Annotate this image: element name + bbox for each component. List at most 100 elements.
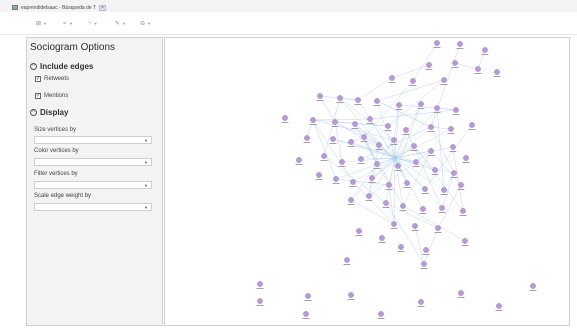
graph-vertex [386,182,392,188]
graph-vertex [410,78,416,84]
vertex-label [316,100,324,101]
collapse-icon: ^ [30,109,37,116]
pen-button[interactable]: ✎ ▼ [115,18,126,28]
graph-edge [414,225,425,265]
vertex-label [332,183,340,184]
mentions-checkbox[interactable]: ✓ [35,93,41,99]
sociogram-graph[interactable] [165,38,569,325]
vertex-label [452,114,460,115]
chevron-down-icon: ▼ [147,20,151,26]
graph-vertex [339,159,345,165]
graph-vertex [257,298,263,304]
graph-vertex [391,137,397,143]
graph-vertex [441,77,447,83]
vertex-label [373,105,381,106]
graph-vertex [418,299,424,305]
document-icon [12,5,18,10]
vertex-label [355,235,363,236]
size-vertices-select[interactable]: ▼ [34,136,152,144]
sociogram-canvas[interactable] [164,37,570,326]
vertex-label [420,268,428,269]
graph-vertex [374,98,380,104]
nodes-button[interactable]: ⚬ ▼ [62,18,73,28]
filter-vertices-select[interactable]: ▼ [34,181,152,189]
vertex-label [331,126,339,127]
graph-vertex [316,172,322,178]
graph-edge [334,121,365,138]
include-edges-label: Include edges [40,62,94,71]
vertex-label [256,288,264,289]
display-label: Display [40,108,69,117]
graph-vertex [469,122,475,128]
graph-vertex [395,163,401,169]
graph-vertex [398,244,404,250]
graph-vertex [358,156,364,162]
graph-vertex [434,40,440,46]
include-edges-header[interactable]: ^ Include edges [30,62,93,71]
graph-vertex [412,223,418,229]
graph-vertex [451,170,457,176]
vertex-label [419,213,427,214]
layout-button[interactable]: ⊞ ▼ [36,18,47,28]
vertex-label [427,155,435,156]
document-tab[interactable]: eaprendidelsaac - Búsqueda de T × [12,3,106,12]
graph-edge [394,104,400,159]
graph-vertex [411,143,417,149]
graph-vertex [428,124,434,130]
graph-vertex [462,238,468,244]
vertex-label [302,318,310,319]
chevron-down-icon: ▼ [144,138,148,143]
graph-vertex [453,107,459,113]
mentions-option[interactable]: ✓ Mentions [35,93,68,99]
graph-vertex [356,228,362,234]
graph-vertex [463,155,469,161]
graph-vertex [296,157,302,163]
retweets-checkbox[interactable]: ✓ [35,76,41,82]
vertex-label [360,141,368,142]
graph-vertex [348,292,354,298]
vertex-label [417,108,425,109]
vertex-label [457,189,465,190]
vertex-label [349,186,357,187]
vertices [256,40,537,319]
vertex-label [304,300,312,301]
graph-edge [477,49,486,70]
vertex-label [382,207,390,208]
graph-edge [369,109,457,120]
vertex-label [338,166,346,167]
graph-vertex [385,123,391,129]
graph-vertex [404,180,410,186]
vertex-label [450,177,458,178]
vertex-label [347,204,355,205]
graph-vertex [282,115,288,121]
graph-vertex [441,187,447,193]
display-header[interactable]: ^ Display [30,108,68,117]
graph-vertex [391,221,397,227]
vertex-label [440,84,448,85]
color-vertices-select[interactable]: ▼ [34,158,152,166]
graph-vertex [458,182,464,188]
retweets-option[interactable]: ✓ Retweets [35,76,69,82]
graph-vertex [310,117,316,123]
graph-edge [332,138,396,159]
vertex-label [390,144,398,145]
vertex-label [425,69,433,70]
vertex-label [421,193,429,194]
graph-vertex [420,206,426,212]
vertex-label [394,170,402,171]
graph-edge [376,79,445,102]
link-button[interactable]: ⊖ ▼ [140,18,151,28]
graph-edge [454,62,479,70]
graph-vertex [383,200,389,206]
graph-edge [394,128,452,159]
graph-vertex [422,186,428,192]
vertex-label [474,73,482,74]
shape-button[interactable]: ○ ▼ [88,18,98,28]
graph-vertex [379,235,385,241]
vertex-label [347,299,355,300]
scale-edge-weight-select[interactable]: ▼ [34,203,152,211]
chevron-down-icon: ▼ [144,183,148,188]
close-icon[interactable]: × [98,4,106,11]
vertex-label [481,54,489,55]
vertex-label [377,318,385,319]
